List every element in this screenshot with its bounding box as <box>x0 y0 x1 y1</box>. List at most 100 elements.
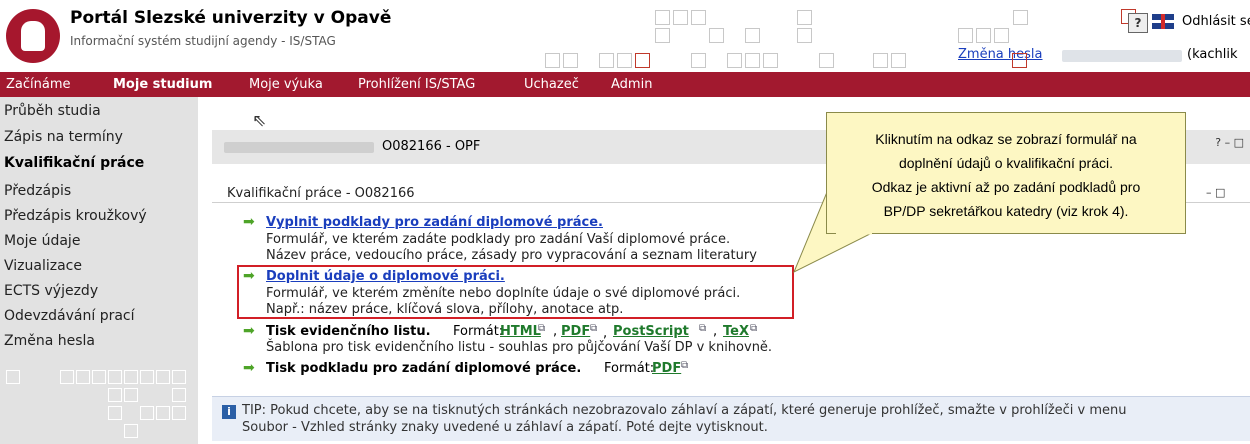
format-link-html[interactable]: HTML <box>500 324 541 339</box>
decor-square <box>545 53 560 68</box>
tip-box: i TIP: Pokud chcete, aby se na tisknutýc… <box>212 396 1250 441</box>
nav-item-moje-studium[interactable]: Moje studium <box>113 77 212 92</box>
nav-item-prohlizeni[interactable]: Prohlížení IS/STAG <box>358 77 475 92</box>
decor-square <box>140 406 154 420</box>
fill-assignment-desc-2: Název práce, vedoucího práce, zásady pro… <box>266 248 757 263</box>
decor-square <box>76 370 90 384</box>
print-record-desc: Šablona pro tisk evidenčního listu - sou… <box>266 340 773 355</box>
arrow-right-icon: ➡ <box>243 214 255 230</box>
decor-square <box>156 406 170 420</box>
sidebar-item-prubeh-studia[interactable]: Průběh studia <box>4 103 101 119</box>
logout-link[interactable]: Odhlásit se <box>1182 14 1250 29</box>
user-bar-controls[interactable]: ? – □ <box>1215 136 1244 149</box>
fill-assignment-desc: Formulář, ve kterém zadáte podklady pro … <box>266 232 731 247</box>
decor-square <box>563 53 578 68</box>
decor-square <box>60 370 74 384</box>
decor-square <box>108 406 122 420</box>
tip-text-2: Soubor - Vzhled stránky znaky uvedené u … <box>242 420 768 435</box>
nav-item-zaciname[interactable]: Začínáme <box>6 77 71 92</box>
user-login: (kachlik <box>1187 47 1238 62</box>
print-assignment-pdf-link[interactable]: PDF <box>652 361 681 376</box>
decor-square <box>124 370 138 384</box>
tip-text: TIP: Pokud chcete, aby se na tisknutých … <box>242 403 1127 418</box>
user-name-redacted <box>1062 50 1182 62</box>
print-record-format-label: Formát: <box>453 324 504 339</box>
decor-square <box>140 370 154 384</box>
separator: , <box>713 324 718 339</box>
mouse-cursor-icon: ⇖ <box>252 111 267 131</box>
external-link-icon: ⧉ <box>681 360 689 371</box>
print-assignment-format-label: Formát: <box>604 361 655 376</box>
callout-line: doplnění údajů o kvalifikační práci. <box>898 155 1114 171</box>
decor-square <box>172 406 186 420</box>
uk-flag-icon[interactable] <box>1152 14 1174 29</box>
sidebar-item-predzapis-krouzkovy[interactable]: Předzápis kroužkový <box>4 208 147 224</box>
decor-square <box>691 53 706 68</box>
decor-square <box>709 28 724 43</box>
portal-title: Portál Slezské univerzity v Opavě <box>70 8 392 28</box>
decor-square <box>156 370 170 384</box>
change-password-link[interactable]: Změna hesla <box>958 47 1043 62</box>
sidebar-item-zmena-hesla[interactable]: Změna hesla <box>4 333 95 349</box>
nav-item-moje-vyuka[interactable]: Moje výuka <box>249 77 323 92</box>
main-nav: Začínáme Moje studium Moje výuka Prohlíž… <box>0 72 1250 97</box>
format-link-tex[interactable]: TeX <box>723 324 749 339</box>
decor-square <box>124 424 138 438</box>
decor-square <box>691 10 706 25</box>
decor-square <box>958 28 973 43</box>
portal-subtitle: Informační systém studijní agendy - IS/S… <box>70 34 336 48</box>
decor-square <box>92 370 106 384</box>
decor-square <box>819 53 834 68</box>
sidebar-item-kvalifikacni-prace[interactable]: Kvalifikační práce <box>4 155 144 171</box>
sidebar: Průběh studia Zápis na termíny Kvalifika… <box>0 97 198 444</box>
decor-square <box>994 28 1009 43</box>
format-link-postscript[interactable]: PostScript <box>613 324 689 339</box>
decor-square <box>635 53 650 68</box>
sidebar-item-zapis-na-terminy[interactable]: Zápis na termíny <box>4 129 123 145</box>
decor-square <box>745 53 760 68</box>
decor-square <box>108 370 122 384</box>
user-fullname-redacted <box>224 142 374 153</box>
student-code: O082166 - OPF <box>382 139 481 154</box>
decor-square <box>655 28 670 43</box>
decor-square <box>6 370 20 384</box>
decor-square <box>727 53 742 68</box>
university-logo-icon <box>6 9 60 63</box>
decor-square <box>172 388 186 402</box>
separator: , <box>603 326 608 341</box>
sidebar-item-moje-udaje[interactable]: Moje údaje <box>4 233 80 249</box>
callout-line: Kliknutím na odkaz se zobrazí formulář n… <box>875 131 1137 147</box>
decor-square <box>763 53 778 68</box>
sidebar-item-ects-vyjezdy[interactable]: ECTS výjezdy <box>4 283 98 299</box>
external-link-icon: ⧉ <box>590 323 598 334</box>
print-record-title: Tisk evidenčního listu. <box>266 324 431 339</box>
callout-line: Odkaz je aktivní až po zadání podkladů p… <box>871 179 1141 195</box>
callout-line: BP/DP sekretářkou katedry (viz krok 4). <box>883 203 1129 219</box>
external-link-icon: ⧉ <box>750 323 758 334</box>
pane-controls[interactable]: – □ <box>1206 186 1225 199</box>
nav-item-admin[interactable]: Admin <box>611 77 652 92</box>
decor-square <box>655 10 670 25</box>
nav-item-uchazec[interactable]: Uchazeč <box>524 77 579 92</box>
format-link-pdf[interactable]: PDF <box>561 324 590 339</box>
decor-square <box>745 28 760 43</box>
callout-tooltip: Kliknutím na odkaz se zobrazí formulář n… <box>826 112 1186 234</box>
change-password-highlight <box>1012 53 1027 68</box>
decor-square <box>797 10 812 25</box>
sidebar-item-predzapis[interactable]: Předzápis <box>4 183 71 199</box>
sidebar-item-vizualizace[interactable]: Vizualizace <box>4 258 82 274</box>
decor-square <box>1013 10 1028 25</box>
arrow-right-icon: ➡ <box>243 323 255 339</box>
help-icon[interactable]: ? <box>1128 13 1148 33</box>
decor-square <box>599 53 614 68</box>
separator: , <box>553 324 558 339</box>
decor-square <box>797 28 812 43</box>
info-icon: i <box>222 405 236 419</box>
external-link-icon: ⧉ <box>699 323 707 334</box>
arrow-right-icon: ➡ <box>243 360 255 376</box>
fill-assignment-link[interactable]: Vyplnit podklady pro zadání diplomové pr… <box>266 215 603 230</box>
print-assignment-title: Tisk podkladu pro zadání diplomové práce… <box>266 361 582 376</box>
decor-square <box>673 10 688 25</box>
external-link-icon: ⧉ <box>538 323 546 334</box>
sidebar-item-odevzdavani-praci[interactable]: Odevzdávání prací <box>4 308 135 324</box>
